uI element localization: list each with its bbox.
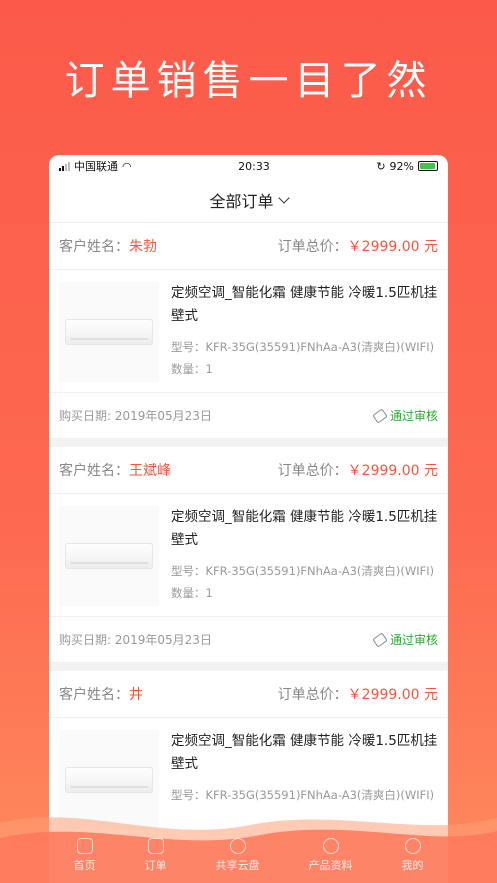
customer-label: 客户姓名： [59,463,129,479]
product-title: 定频空调_智能化霜 健康节能 冷暖1.5匹机挂壁式 [171,509,438,548]
total-label: 订单总价： [277,687,348,703]
customer-label: 客户姓名： [59,239,129,255]
purchase-date: 2019年05月23日 [114,409,212,423]
tab-orders[interactable]: 订单 [145,827,167,883]
qty-label: 数量： [171,362,206,376]
order-card[interactable]: 客户姓名：王斌峰 订单总价：￥2999.00 元 定频空调_智能化霜 健康节能 … [49,447,448,662]
model-label: 型号： [171,564,206,578]
customer-name: 井 [129,687,143,703]
tab-home[interactable]: 首页 [74,827,96,883]
model-label: 型号： [171,340,206,354]
qty-label: 数量： [171,586,206,600]
order-total: ￥2999.00 元 [347,687,438,703]
status-badge: 通过审核 [372,407,438,424]
tag-icon [372,407,388,424]
store-icon [76,837,93,854]
tab-product-info[interactable]: 产品资料 [309,827,353,883]
battery-icon [417,161,438,171]
status-bar: 中国联通 ◠ 20:33 ↻ 92% [49,155,448,177]
product-image[interactable] [59,282,159,382]
tab-mine[interactable]: 我的 [402,827,424,883]
cloud-disk-icon [229,837,246,854]
date-label: 购买日期: [59,633,115,647]
product-title: 定频空调_智能化霜 健康节能 冷暖1.5匹机挂壁式 [171,285,438,324]
model-label: 型号： [171,788,206,802]
user-icon [404,837,421,854]
customer-name: 朱勃 [129,239,157,255]
tag-icon [372,631,388,648]
product-image[interactable] [59,506,159,606]
carrier: 中国联通 [74,160,118,173]
battery-percent: 92% [389,159,414,173]
order-filter-dropdown[interactable]: 全部订单 [49,177,448,223]
model-value: KFR-35G(35591)FNhAa-A3(清爽白)(WIFI) [205,788,435,802]
total-label: 订单总价： [277,463,348,479]
order-total: ￥2999.00 元 [347,463,438,479]
tab-bar: 首页 订单 共享云盘 产品资料 我的 [0,813,497,883]
compass-icon [322,837,339,854]
clock: 20:33 [238,159,270,173]
order-total: ￥2999.00 元 [347,239,438,255]
signal-icon [59,161,70,171]
qty-value: 1 [205,586,213,600]
phone-screen: 中国联通 ◠ 20:33 ↻ 92% 全部订单 客户姓名：朱勃 订单总价：￥29… [49,155,448,883]
wifi-icon: ◠ [122,159,132,173]
purchase-date: 2019年05月23日 [114,633,212,647]
headline: 订单销售一目了然 [64,58,433,104]
product-title: 定频空调_智能化霜 健康节能 冷暖1.5匹机挂壁式 [171,733,438,772]
model-value: KFR-35G(35591)FNhAa-A3(清爽白)(WIFI) [205,564,435,578]
customer-name: 王斌峰 [129,463,171,479]
qty-value: 1 [205,362,213,376]
chevron-down-icon [277,191,290,204]
total-label: 订单总价： [277,239,348,255]
date-label: 购买日期: [59,409,115,423]
rotation-lock-icon: ↻ [376,159,386,173]
order-card[interactable]: 客户姓名：朱勃 订单总价：￥2999.00 元 定频空调_智能化霜 健康节能 冷… [49,223,448,438]
model-value: KFR-35G(35591)FNhAa-A3(清爽白)(WIFI) [205,340,435,354]
order-icon [147,837,164,854]
tab-cloud-disk[interactable]: 共享云盘 [216,827,260,883]
customer-label: 客户姓名： [59,687,129,703]
status-badge: 通过审核 [372,631,438,648]
nav-title: 全部订单 [209,191,274,211]
